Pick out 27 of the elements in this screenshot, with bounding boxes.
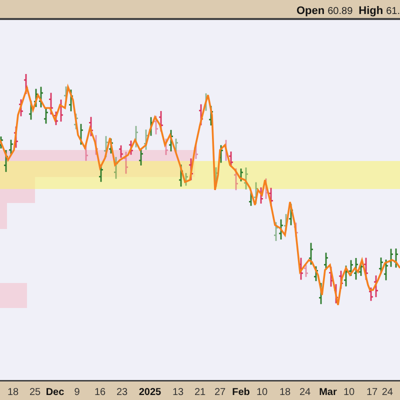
axis-label: Feb <box>232 387 250 398</box>
axis-label: 10 <box>343 387 355 398</box>
axis-label: Dec <box>46 387 64 398</box>
price-bar <box>99 164 103 182</box>
axis-label: 2025 <box>138 387 162 398</box>
volume-profile-bar <box>0 283 27 308</box>
axis-label: 18 <box>7 387 19 398</box>
axis-label: 23 <box>116 387 128 398</box>
axis-label: 25 <box>29 387 41 398</box>
price-label: High <box>358 5 384 17</box>
axis-label: 21 <box>194 387 206 398</box>
axis-label: 10 <box>256 387 268 398</box>
axis-label: 9 <box>74 387 80 398</box>
price-label: Open <box>296 5 325 17</box>
axis-label: 13 <box>172 387 184 398</box>
price-bar <box>0 136 3 148</box>
axis-label: 16 <box>94 387 106 398</box>
axis-label: 24 <box>299 387 311 398</box>
axis-label: 27 <box>214 387 226 398</box>
axis-label: 18 <box>279 387 291 398</box>
axis-label: Mar <box>319 387 337 398</box>
price-bar <box>24 74 28 94</box>
axis-label: 17 <box>366 387 378 398</box>
price-bar <box>19 99 23 116</box>
price-value: 61. <box>386 6 400 17</box>
price-value: 60.89 <box>328 6 353 17</box>
axis-label: 24 <box>382 387 393 398</box>
